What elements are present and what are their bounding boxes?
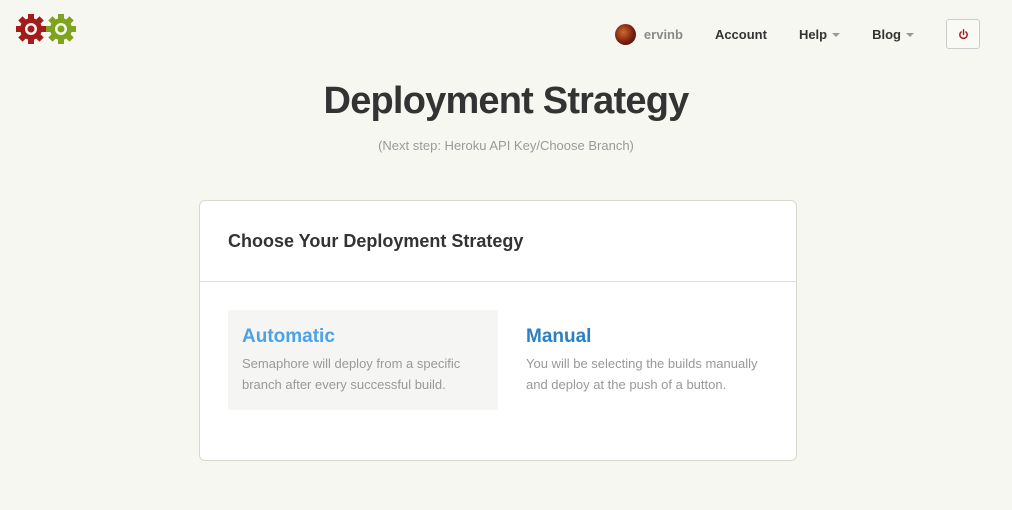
automatic-option-title[interactable]: Automatic [242,326,484,348]
logo[interactable] [15,13,79,45]
caret-down-icon [832,32,841,37]
caret-down-icon [906,32,914,37]
user-avatar [614,23,636,45]
page-title: Deployment Strategy [323,80,690,122]
logout-button[interactable] [946,19,980,49]
panel-header: Choose Your Deployment Strategy [200,201,796,282]
nav-help-dropdown[interactable]: Help [798,26,841,42]
nav-blog-dropdown[interactable]: Blog [872,27,914,42]
nav-blog-label: Blog [872,26,901,42]
panel-title: Choose Your Deployment Strategy [228,230,524,251]
gears-logo-icon [16,14,76,44]
manual-option-title[interactable]: Manual [526,326,768,348]
manual-option[interactable]: Manual You will be selecting the builds … [512,310,782,411]
nav-help-label: Help [798,26,828,42]
user-name: ervinb [643,26,683,42]
manual-option-description: You will be selecting the builds manuall… [526,356,758,392]
panel-body: Automatic Semaphore will deploy from a s… [200,282,796,460]
user-menu[interactable]: ervinb [614,23,683,45]
page-subtitle: (Next step: Heroku API Key/Choose Branch… [378,138,634,153]
top-navigation: ervinb Account Help Blog [614,18,980,50]
power-icon [958,28,968,39]
nav-account-label: Account [714,26,767,42]
automatic-option[interactable]: Automatic Semaphore will deploy from a s… [228,310,498,410]
nav-account-link[interactable]: Account [715,27,767,42]
deployment-strategy-panel: Choose Your Deployment Strategy Automati… [199,200,797,461]
automatic-option-description: Semaphore will deploy from a specific br… [242,356,461,392]
